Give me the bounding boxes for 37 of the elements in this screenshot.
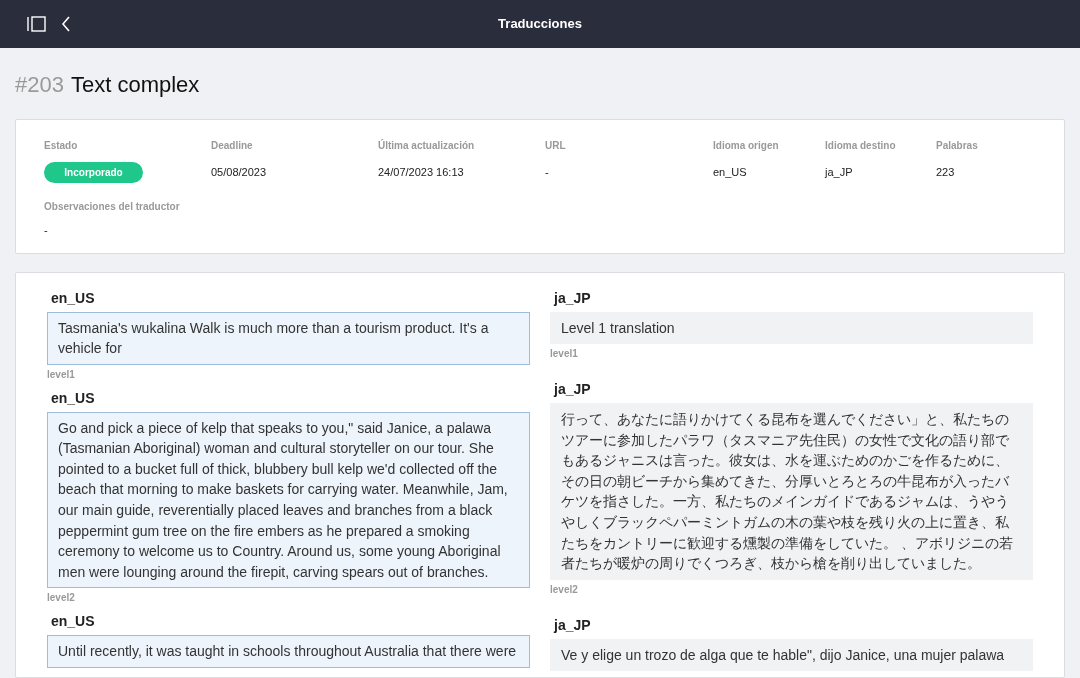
source-text-box[interactable]: Until recently, it was taught in schools throughout Australia that there were xyxy=(47,635,530,669)
field-label: Idioma origen xyxy=(713,139,780,153)
language-label: ja_JP xyxy=(552,288,592,308)
source-text-box[interactable]: Go and pick a piece of kelp that speaks to you," said Janice, a palawa (Tasmanian Aboriginal) woman and cultural storyteller on our tour. She pointed to a bucket full of thick, blubbery bull kelp we'd collected off the beach that morning to make baskets for carrying water. Meanwhile, Jam, our main guide, reverentially placed leaves and branches from a black peppermint gum tree on the fire embers as he prepared a smoking ceremony to welcome us to Country. Around us, some young Aboriginal men were lounging around the firepit, carving spears out of branches. xyxy=(47,411,530,589)
level-label: level1 xyxy=(47,367,76,382)
field-label: URL xyxy=(545,139,567,153)
field-value: - xyxy=(545,165,550,180)
top-bar-title: Traducciones xyxy=(498,15,582,34)
language-label: ja_JP xyxy=(552,615,592,635)
translation-text-box[interactable]: 行って、あなたに語りかけてくる昆布を選んでください」と、私たちのツアーに参加したパラワ（タスマニア先住民）の女性で文化の語り部でもあるジャニスは言った。彼女は、水を運ぶためのかごを作るために、その日の朝ビーチから集めてきた、分厚いとろとろの牛昆布が入ったバケツを指さした。一方、私たちのメインガイドであるジャムは、うやうやしくブラックペパーミントガムの木の葉や枝を残り火の上に置き、私たちをカントリーに歓迎する燻製の準備をしていた。 、アボリジニの若者たちが暖炉の周りでくつろぎ、枝から槍を削り出していました。 xyxy=(550,403,1033,580)
level-label: level2 xyxy=(550,582,579,597)
field-value: 223 xyxy=(936,165,956,180)
record-number: #203 xyxy=(15,71,64,99)
field-value: 24/07/2023 16:13 xyxy=(378,165,465,180)
field-value: 05/08/2023 xyxy=(211,165,268,180)
language-label: en_US xyxy=(50,388,96,408)
field-label: Observaciones del traductor xyxy=(44,200,181,214)
field-label: Palabras xyxy=(936,139,979,153)
field-value: - xyxy=(44,223,49,238)
status-badge: Incorporado xyxy=(44,162,143,183)
back-icon[interactable] xyxy=(61,16,71,32)
field-value: ja_JP xyxy=(825,165,854,180)
field-label: Última actualización xyxy=(378,138,476,153)
source-text-box[interactable]: Tasmania's wukalina Walk is much more than a tourism product. It's a vehicle for xyxy=(47,311,530,365)
translation-text-box[interactable]: Ve y elige un trozo de alga que te hable", dijo Janice, una mujer palawa xyxy=(550,638,1033,672)
translation-text-box[interactable]: Level 1 translation xyxy=(550,311,1033,345)
language-label: en_US xyxy=(50,288,96,308)
field-label: Deadline xyxy=(211,139,254,153)
level-label: level2 xyxy=(47,591,76,606)
field-label: Idioma destino xyxy=(825,139,897,153)
language-label: en_US xyxy=(50,612,96,632)
field-label: Estado xyxy=(44,139,79,153)
sidebar-toggle-icon[interactable] xyxy=(27,16,46,32)
language-label: ja_JP xyxy=(552,380,592,400)
level-label: level1 xyxy=(550,347,579,362)
page-title: Text complex xyxy=(70,71,200,99)
field-value: en_US xyxy=(713,165,748,180)
